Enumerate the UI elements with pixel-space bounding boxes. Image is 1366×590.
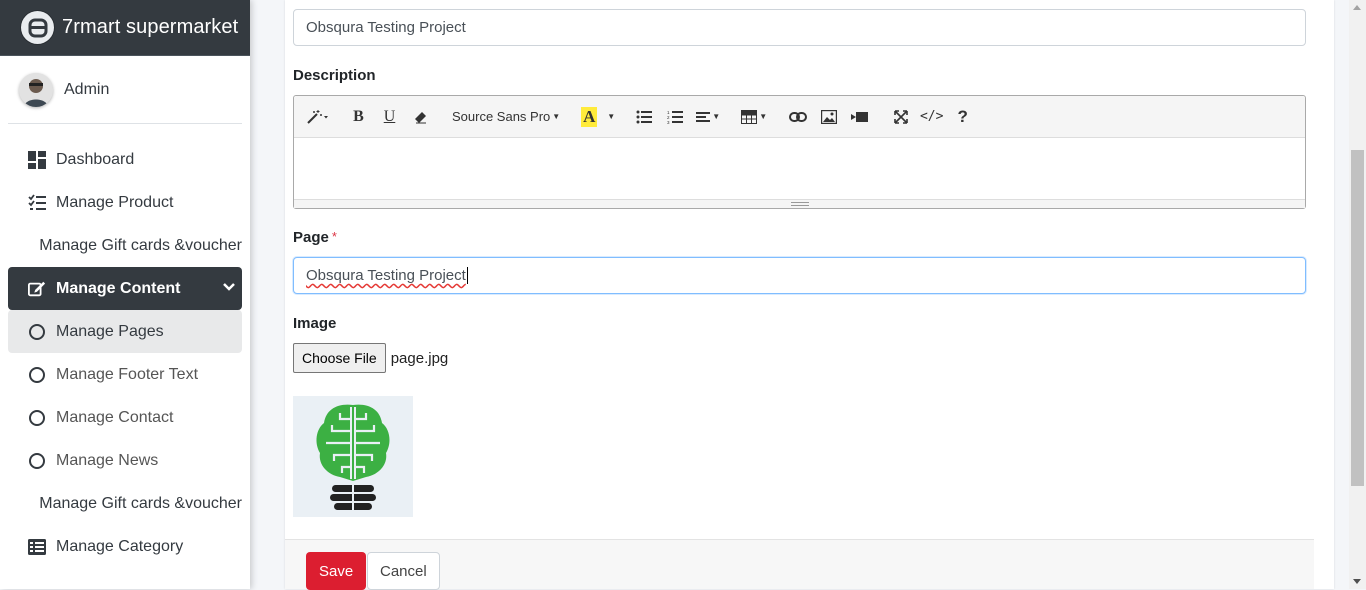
unordered-list-icon[interactable] bbox=[628, 102, 659, 132]
cancel-button[interactable]: Cancel bbox=[367, 552, 440, 590]
brand-logo-icon bbox=[21, 11, 54, 44]
sidebar-item-dashboard[interactable]: Dashboard bbox=[8, 138, 242, 181]
sidebar-item-label: Dashboard bbox=[56, 150, 135, 168]
page-label: Page * bbox=[293, 229, 337, 246]
list-icon bbox=[28, 538, 46, 556]
font-name-dropdown[interactable]: Source Sans Pro ▼ bbox=[446, 102, 566, 132]
sidebar-item-manage-footer-text[interactable]: Manage Footer Text bbox=[8, 353, 242, 396]
sidebar-item-manage-contact[interactable]: Manage Contact bbox=[8, 396, 242, 439]
file-upload: Choose File page.jpg bbox=[293, 343, 448, 373]
sidebar-item-label: Manage Category bbox=[56, 537, 184, 555]
editor-toolbar: B U Source Sans Pro ▼ A ▼ 1 2 3 ▼ ▼ </> … bbox=[294, 96, 1305, 138]
editor-content-area[interactable] bbox=[294, 138, 1305, 200]
circle-icon bbox=[28, 409, 46, 427]
circle-icon bbox=[28, 323, 46, 341]
align-icon[interactable]: ▼ bbox=[690, 102, 726, 132]
avatar bbox=[19, 72, 53, 107]
scrollbar-thumb[interactable] bbox=[1351, 150, 1364, 486]
sidebar-item-gift-cards[interactable]: Manage Gift cards &voucher bbox=[8, 224, 242, 267]
page-input[interactable]: Obsqura Testing Project bbox=[293, 257, 1306, 294]
brand-link[interactable]: 7rmart supermarket bbox=[0, 0, 250, 56]
sidebar-item-label: Manage News bbox=[56, 451, 159, 469]
brain-bulb-image bbox=[316, 404, 390, 510]
sidebar-item-label: Manage Product bbox=[56, 193, 174, 211]
main-content: Obsqura Testing Project Description B U bbox=[250, 0, 1350, 590]
description-editor: B U Source Sans Pro ▼ A ▼ 1 2 3 ▼ ▼ </> … bbox=[293, 95, 1306, 209]
underline-icon[interactable]: U bbox=[374, 102, 405, 132]
choose-file-button[interactable]: Choose File bbox=[293, 343, 386, 373]
sidebar-item-label: Manage Gift cards &voucher bbox=[39, 236, 242, 254]
sidebar-item-label: Manage Pages bbox=[56, 322, 164, 340]
sidebar-item-manage-product[interactable]: Manage Product bbox=[8, 181, 242, 224]
sidebar-item-manage-news[interactable]: Manage News bbox=[8, 439, 242, 482]
svg-text:3: 3 bbox=[667, 120, 670, 124]
image-preview bbox=[293, 396, 413, 517]
link-icon[interactable] bbox=[782, 102, 813, 132]
sidebar-item-label: Manage Footer Text bbox=[56, 365, 199, 383]
sidebar-item-label: Manage Content bbox=[56, 279, 181, 297]
sidebar-item-label: Manage Contact bbox=[56, 408, 174, 426]
scroll-down-arrow-icon[interactable] bbox=[1353, 579, 1361, 584]
text-color-dropdown-icon[interactable]: ▼ bbox=[602, 102, 618, 132]
circle-icon bbox=[28, 452, 46, 470]
sidebar-item-manage-category[interactable]: Manage Category bbox=[8, 525, 242, 568]
editor-resize-handle[interactable] bbox=[294, 199, 1305, 208]
user-panel[interactable]: Admin bbox=[8, 56, 242, 124]
picture-icon[interactable] bbox=[813, 102, 844, 132]
sidebar-item-label: Manage Gift cards &voucher bbox=[39, 494, 242, 512]
sidebar: 7rmart supermarket Admin Dashboard Manag… bbox=[0, 0, 250, 589]
title-input[interactable]: Obsqura Testing Project bbox=[293, 9, 1306, 46]
image-label: Image bbox=[293, 315, 337, 332]
sidebar-item-manage-pages[interactable]: Manage Pages bbox=[8, 310, 242, 353]
sidebar-item-gift-cards-2[interactable]: Manage Gift cards &voucher bbox=[8, 482, 242, 525]
user-name: Admin bbox=[64, 80, 110, 98]
form-card: Obsqura Testing Project Description B U bbox=[285, 0, 1334, 590]
file-name: page.jpg bbox=[390, 349, 449, 367]
description-label: Description bbox=[293, 67, 376, 84]
tasks-icon bbox=[28, 193, 46, 212]
chevron-down-icon bbox=[222, 280, 236, 299]
dashboard-icon bbox=[28, 150, 46, 169]
magic-icon[interactable] bbox=[302, 102, 333, 132]
help-icon[interactable]: ? bbox=[947, 102, 978, 132]
sidebar-nav: Dashboard Manage Product Manage Gift car… bbox=[0, 124, 250, 568]
bold-icon[interactable]: B bbox=[343, 102, 374, 132]
fullscreen-icon[interactable] bbox=[885, 102, 916, 132]
form-footer: Save Cancel bbox=[285, 539, 1314, 590]
ordered-list-icon[interactable]: 123 bbox=[659, 102, 690, 132]
save-button[interactable]: Save bbox=[306, 552, 367, 590]
scroll-up-arrow-icon[interactable] bbox=[1353, 5, 1361, 10]
text-color-icon[interactable]: A bbox=[576, 102, 602, 132]
brand-name: 7rmart supermarket bbox=[62, 16, 239, 38]
table-icon[interactable]: ▼ bbox=[736, 102, 772, 132]
circle-icon bbox=[28, 366, 46, 384]
eraser-icon[interactable] bbox=[405, 102, 436, 132]
code-view-icon[interactable]: </> bbox=[916, 102, 947, 132]
page-scrollbar[interactable] bbox=[1349, 0, 1366, 589]
video-icon[interactable] bbox=[844, 102, 875, 132]
edit-icon bbox=[28, 280, 46, 298]
text-cursor bbox=[466, 267, 468, 284]
sidebar-item-manage-content[interactable]: Manage Content bbox=[8, 267, 242, 310]
required-asterisk: * bbox=[331, 229, 337, 244]
